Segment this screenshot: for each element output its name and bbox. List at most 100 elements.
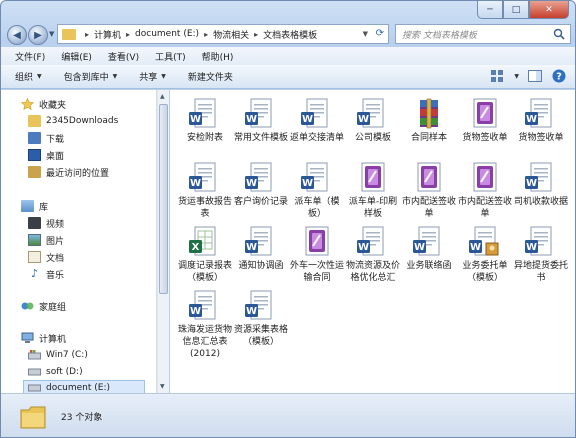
search-input[interactable]: 搜索 文档表格模板 — [395, 24, 571, 44]
include-in-library-button[interactable]: 包含到库中 ▼ — [64, 70, 118, 83]
sidebar-label: 下载 — [46, 134, 65, 145]
desktop-icon — [28, 149, 41, 161]
sidebar-item-downloads[interactable]: 下载 — [28, 130, 64, 146]
file-item[interactable]: W 货运事故报告表 — [178, 162, 232, 220]
menu-view[interactable]: 查看(V) — [108, 50, 139, 63]
file-name: 货物签收单 — [518, 133, 564, 143]
search-icon[interactable] — [553, 28, 565, 40]
file-item[interactable]: W 常用文件模板 — [234, 98, 288, 144]
sidebar-label: soft (D:) — [46, 367, 83, 377]
sidebar-label: 收藏夹 — [39, 100, 67, 111]
close-button[interactable]: ✕ — [529, 1, 569, 19]
back-button[interactable]: ◀ — [7, 25, 27, 45]
sidebar-item-drive-c[interactable]: Win7 (C:) — [28, 347, 88, 363]
drive-icon — [28, 368, 41, 376]
file-name: 客户询价记录 — [234, 197, 289, 207]
file-item[interactable]: W 业务委托单（模板） — [458, 226, 512, 284]
file-item[interactable]: W 业务联络函 — [402, 226, 456, 272]
menu-tools[interactable]: 工具(T) — [155, 50, 186, 63]
sidebar-item-2345downloads[interactable]: 2345Downloads — [28, 113, 118, 129]
sidebar-item-drive-d[interactable]: soft (D:) — [28, 364, 83, 380]
music-icon: ♪ — [30, 267, 39, 280]
sidebar-item-recent-places[interactable]: 最近访问的位置 — [28, 164, 109, 180]
sidebar-item-desktop[interactable]: 桌面 — [28, 147, 64, 163]
file-name: 调度记录报表（模板） — [178, 261, 233, 283]
scroll-down-icon[interactable]: ▼ — [160, 383, 165, 390]
word-document-icon: W — [188, 162, 222, 194]
file-item[interactable]: 市内配送签收单 — [402, 162, 456, 220]
file-item[interactable]: W 资源采集表格（模板） — [234, 290, 288, 348]
file-item[interactable]: W 物流资源及价格优化总汇 — [346, 226, 400, 284]
new-folder-button[interactable]: 新建文件夹 — [188, 70, 233, 83]
file-item[interactable]: W 派车单（模板） — [290, 162, 344, 220]
minimize-button[interactable]: ─ — [477, 1, 503, 19]
breadcrumb-logistics[interactable]: 物流相关 — [213, 28, 249, 41]
chevron-down-icon[interactable]: ▼ — [514, 73, 519, 80]
scroll-up-icon[interactable]: ▲ — [160, 93, 165, 100]
sidebar-item-homegroup[interactable]: 家庭组 — [21, 298, 66, 314]
sidebar-item-pictures[interactable]: 图片 — [28, 232, 64, 248]
sidebar-item-documents[interactable]: 文档 — [28, 249, 64, 265]
menu-help[interactable]: 帮助(H) — [202, 50, 234, 63]
file-item[interactable]: 市内配送签收单 — [458, 162, 512, 220]
file-name: 业务联络函 — [406, 261, 452, 271]
file-item[interactable]: W 安检附表 — [178, 98, 232, 144]
file-item[interactable]: W 客户询价记录 — [234, 162, 288, 208]
file-item[interactable]: X 调度记录报表（模板） — [178, 226, 232, 284]
command-bar: 组织 ▼ 包含到库中 ▼ 共享 ▼ 新建文件夹 ▼ ? — [1, 65, 575, 89]
word-document-icon: W — [300, 98, 334, 130]
sidebar-item-computer[interactable]: 计算机 — [21, 330, 66, 346]
recent-pages-chevron-down-icon[interactable]: ▼ — [49, 30, 54, 38]
view-options-icon[interactable] — [490, 69, 506, 83]
help-icon[interactable]: ? — [551, 69, 567, 83]
svg-text:W: W — [358, 114, 369, 125]
breadcrumb-drive-e[interactable]: document (E:) — [135, 29, 199, 39]
file-item[interactable]: 外车一次性运输合同 — [290, 226, 344, 284]
file-item[interactable]: 派车单-印刷样板 — [346, 162, 400, 220]
menu-file[interactable]: 文件(F) — [15, 50, 45, 63]
onenote-icon — [412, 162, 446, 194]
chevron-down-icon: ▼ — [161, 73, 166, 80]
file-item[interactable]: W 司机收款收据 — [514, 162, 568, 208]
navigation-scrollbar[interactable]: ▲ ▼ — [157, 90, 169, 393]
scrollbar-thumb[interactable] — [159, 104, 168, 294]
chevron-right-icon[interactable]: ▸ — [85, 30, 89, 39]
breadcrumb-computer[interactable]: 计算机 — [94, 28, 121, 41]
file-item[interactable]: 合同样本 — [402, 98, 456, 144]
sidebar-item-libraries[interactable]: 库 — [21, 198, 48, 214]
breadcrumb-templates[interactable]: 文档表格模板 — [263, 28, 317, 41]
chevron-down-icon[interactable]: ▼ — [363, 30, 368, 38]
include-in-library-label: 包含到库中 — [63, 73, 109, 83]
maximize-button[interactable]: □ — [503, 1, 529, 19]
sidebar-item-music[interactable]: ♪ 音乐 — [28, 266, 64, 282]
svg-text:W: W — [190, 178, 201, 189]
address-bar[interactable]: ▸ 计算机 ▸ document (E:) ▸ 物流相关 ▸ 文档表格模板 ▼ … — [57, 24, 389, 44]
chevron-right-icon[interactable]: ▸ — [126, 30, 130, 39]
file-name: 派车单（模板） — [294, 197, 340, 219]
homegroup-icon — [21, 302, 34, 310]
sidebar-label: 家庭组 — [39, 302, 67, 313]
refresh-icon[interactable]: ⟳ — [376, 28, 384, 39]
organize-button[interactable]: 组织 ▼ — [15, 70, 42, 83]
file-item[interactable]: W 返单交接清单 — [290, 98, 344, 144]
sidebar-item-favorites[interactable]: 收藏夹 — [21, 96, 66, 112]
onenote-icon — [468, 162, 502, 194]
forward-button[interactable]: ▶ — [28, 25, 48, 45]
word-document-icon: W — [524, 162, 558, 194]
menu-edit[interactable]: 编辑(E) — [61, 50, 92, 63]
sidebar-label: 库 — [39, 202, 49, 213]
file-item[interactable]: 货物签收单 — [458, 98, 512, 144]
share-button[interactable]: 共享 ▼ — [139, 70, 166, 83]
chevron-down-icon: ▼ — [37, 73, 42, 80]
file-item[interactable]: W 异地提货委托书 — [514, 226, 568, 284]
file-item[interactable]: W 通知协调函 — [234, 226, 288, 272]
file-item[interactable]: W 货物签收单 — [514, 98, 568, 144]
file-item[interactable]: W 公司模板 — [346, 98, 400, 144]
preview-pane-icon[interactable] — [527, 69, 543, 83]
video-icon — [28, 217, 41, 229]
file-item[interactable]: W 珠海发运货物信息汇总表(2012) — [178, 290, 232, 360]
word-document-icon: W — [188, 98, 222, 130]
chevron-right-icon[interactable]: ▸ — [254, 30, 258, 39]
sidebar-item-videos[interactable]: 视频 — [28, 215, 64, 231]
chevron-right-icon[interactable]: ▸ — [204, 30, 208, 39]
